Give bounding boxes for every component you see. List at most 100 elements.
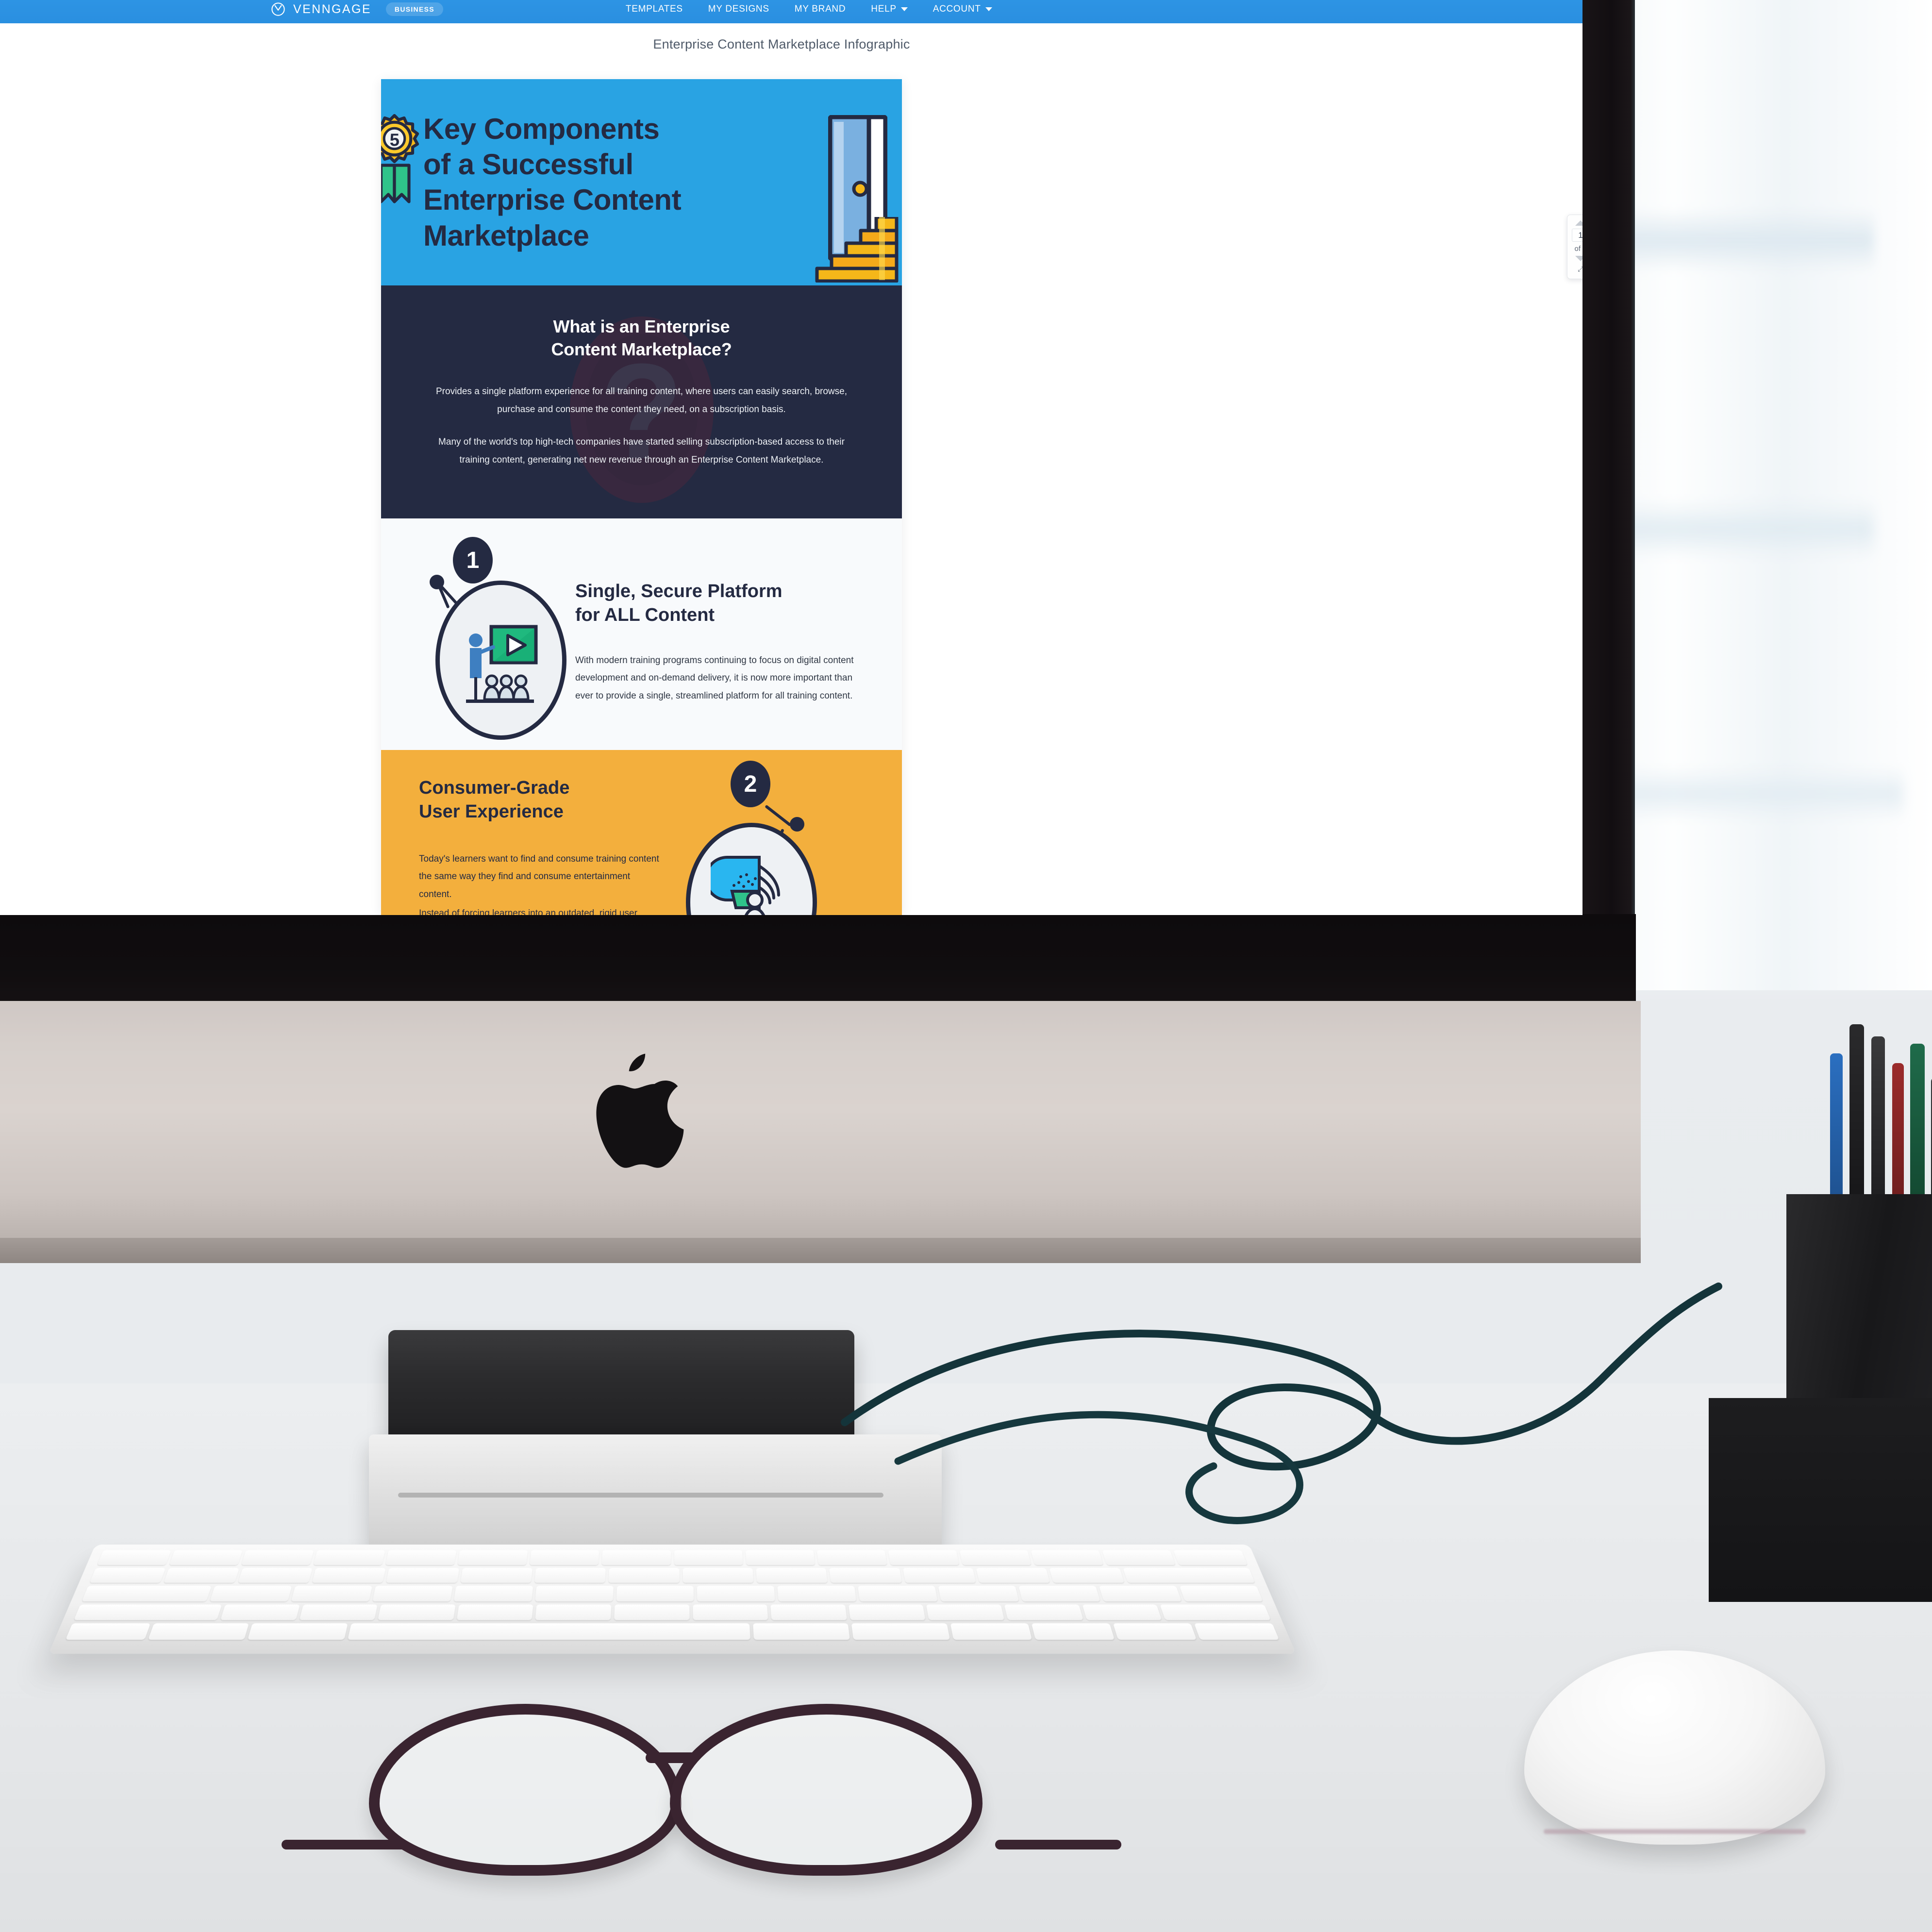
key[interactable] <box>816 1550 887 1565</box>
key-w[interactable] <box>291 1585 372 1601</box>
key[interactable] <box>97 1550 171 1565</box>
key[interactable] <box>534 1567 606 1583</box>
nav-item-my-brand[interactable]: MY BRAND <box>795 4 846 15</box>
key[interactable] <box>534 1585 614 1601</box>
key-arrow-up[interactable] <box>1032 1623 1115 1640</box>
nav-label: MY DESIGNS <box>708 4 769 14</box>
key[interactable] <box>858 1585 938 1601</box>
key[interactable] <box>1082 1604 1162 1620</box>
fullscreen-icon[interactable]: ⤢ <box>1578 266 1582 273</box>
page-down-arrow-icon[interactable] <box>1575 256 1582 261</box>
keyboard-row <box>73 1604 1271 1620</box>
hero-title-line: Enterprise Content <box>423 183 682 217</box>
key[interactable] <box>614 1604 690 1620</box>
key[interactable] <box>777 1585 857 1601</box>
page-number-input[interactable]: 1 <box>1572 229 1582 242</box>
key[interactable] <box>938 1585 1019 1601</box>
key[interactable] <box>1099 1585 1182 1601</box>
key-command[interactable] <box>347 1623 750 1640</box>
brand[interactable]: VENNGAGE BUSINESS <box>271 2 443 17</box>
key[interactable] <box>241 1550 314 1565</box>
key[interactable] <box>601 1550 671 1565</box>
key[interactable] <box>237 1567 313 1583</box>
pen <box>1849 1024 1864 1209</box>
key[interactable] <box>169 1550 243 1565</box>
key[interactable] <box>535 1604 612 1620</box>
key[interactable] <box>888 1550 959 1565</box>
key-fn[interactable] <box>65 1623 150 1640</box>
page-total-label: of 1 <box>1574 245 1582 253</box>
console-disc-slot <box>398 1493 883 1498</box>
key[interactable] <box>674 1550 743 1565</box>
key-command-right[interactable] <box>851 1623 950 1640</box>
key[interactable] <box>164 1567 239 1583</box>
key-space[interactable] <box>752 1623 850 1640</box>
key[interactable] <box>386 1567 460 1583</box>
key[interactable] <box>89 1567 166 1583</box>
key-arrow-right[interactable] <box>1194 1623 1280 1640</box>
heading-line: Consumer-Grade <box>419 778 570 798</box>
key-d[interactable] <box>378 1604 456 1620</box>
key-s[interactable] <box>299 1604 378 1620</box>
illustration-circle-1 <box>435 581 566 740</box>
key[interactable] <box>385 1550 457 1565</box>
chevron-down-icon <box>985 7 992 11</box>
monitor-bezel-bottom <box>0 914 1636 1002</box>
key[interactable] <box>460 1567 533 1583</box>
key[interactable] <box>1031 1550 1103 1565</box>
key[interactable] <box>457 1550 528 1565</box>
key-r[interactable] <box>453 1585 533 1601</box>
key-return[interactable] <box>1160 1604 1271 1620</box>
section-1-body: With modern training programs continuing… <box>575 655 854 701</box>
key-e[interactable] <box>372 1585 453 1601</box>
key[interactable] <box>926 1604 1005 1620</box>
key-arrow-left[interactable] <box>950 1623 1033 1640</box>
key[interactable] <box>1018 1585 1100 1601</box>
key[interactable] <box>829 1567 902 1583</box>
key[interactable] <box>770 1604 847 1620</box>
nav-item-my-designs[interactable]: MY DESIGNS <box>708 4 769 15</box>
key-capslock[interactable] <box>73 1604 222 1620</box>
key-q[interactable] <box>209 1585 292 1601</box>
infographic-canvas[interactable]: 5 Key Components of a Successful Enterpr… <box>381 79 902 915</box>
nav-label: ACCOUNT <box>933 4 981 14</box>
key[interactable] <box>1173 1550 1248 1565</box>
key[interactable] <box>697 1585 776 1601</box>
key[interactable] <box>756 1567 828 1583</box>
key[interactable] <box>1102 1550 1176 1565</box>
key[interactable] <box>1049 1567 1125 1583</box>
key[interactable] <box>683 1567 754 1583</box>
keyboard-keys <box>65 1550 1280 1640</box>
connector-dot <box>430 575 444 589</box>
key-control[interactable] <box>148 1623 249 1640</box>
key-a[interactable] <box>220 1604 300 1620</box>
page-up-arrow-icon[interactable] <box>1575 220 1582 226</box>
keyboard-row <box>65 1623 1280 1640</box>
key[interactable] <box>848 1604 926 1620</box>
key[interactable] <box>692 1604 768 1620</box>
key[interactable] <box>530 1550 600 1565</box>
key[interactable] <box>312 1567 386 1583</box>
key[interactable] <box>902 1567 976 1583</box>
key-arrow-down[interactable] <box>1113 1623 1197 1640</box>
nav-item-templates[interactable]: TEMPLATES <box>626 4 683 15</box>
nav-item-account[interactable]: ACCOUNT <box>933 4 992 15</box>
key[interactable] <box>1179 1585 1263 1601</box>
key-delete[interactable] <box>1122 1567 1255 1583</box>
page-navigator[interactable]: 1 of 1 ⤢ <box>1567 215 1582 279</box>
key[interactable] <box>745 1550 815 1565</box>
key[interactable] <box>608 1567 680 1583</box>
key[interactable] <box>616 1585 694 1601</box>
nav-item-help[interactable]: HELP <box>871 4 908 15</box>
key[interactable] <box>959 1550 1032 1565</box>
key-option[interactable] <box>248 1623 348 1640</box>
key-f[interactable] <box>456 1604 533 1620</box>
hero-title-line: Key Components <box>423 113 660 145</box>
hero-title: 5 Key Components of a Successful Enterpr… <box>381 111 768 253</box>
key[interactable] <box>1004 1604 1083 1620</box>
key-tab[interactable] <box>82 1585 212 1601</box>
key[interactable] <box>313 1550 385 1565</box>
apple-keyboard[interactable] <box>48 1544 1297 1654</box>
key[interactable] <box>976 1567 1050 1583</box>
medal-number: 5 <box>390 130 400 150</box>
